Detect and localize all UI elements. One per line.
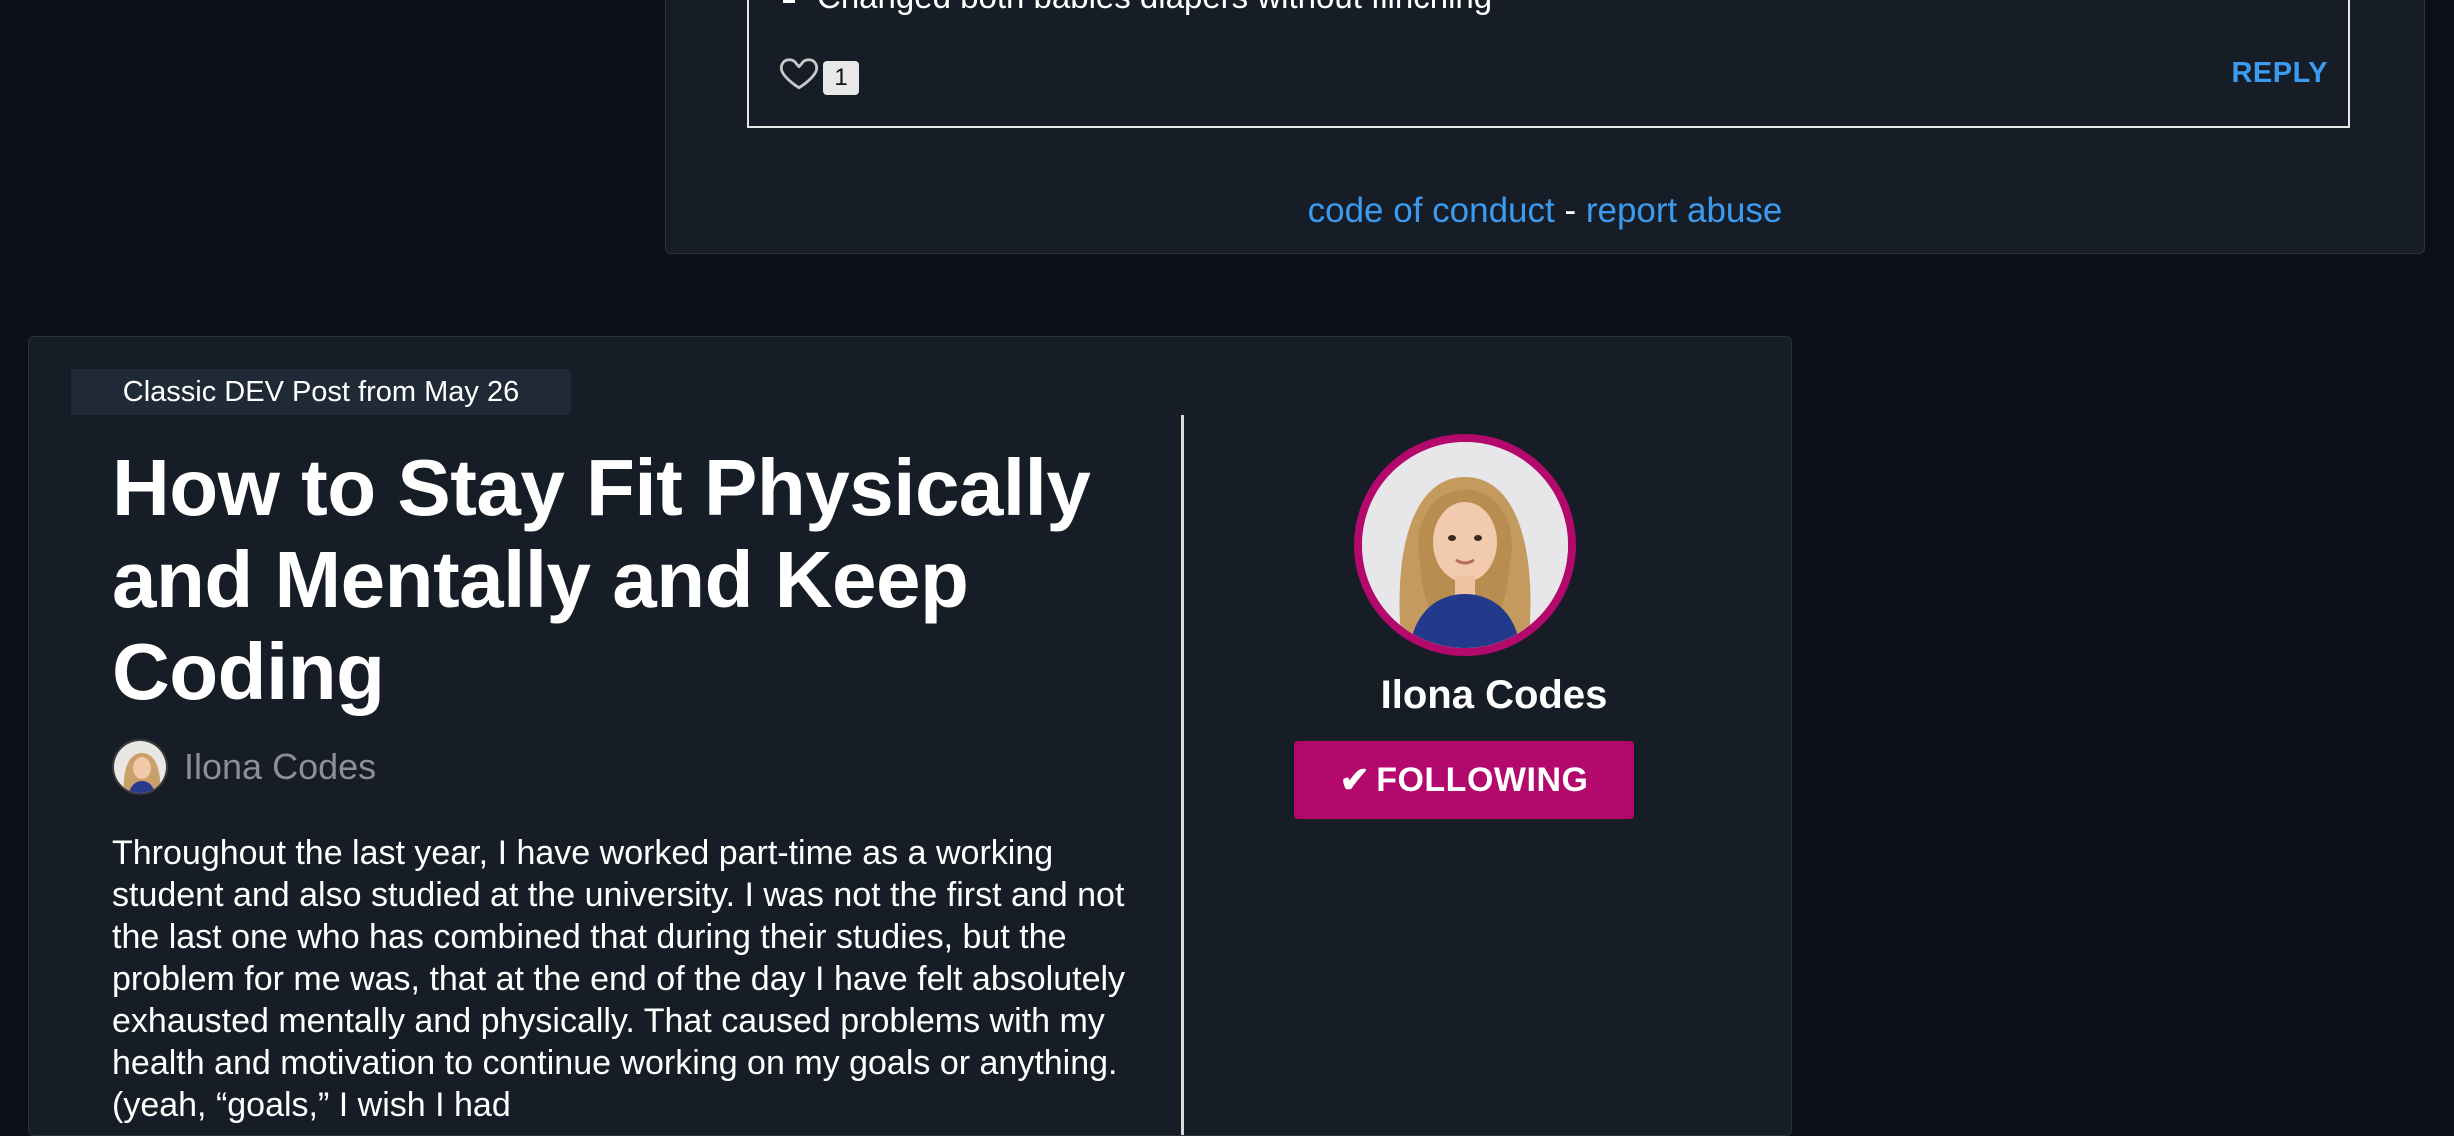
- report-abuse-link[interactable]: report abuse: [1586, 191, 1783, 230]
- following-button[interactable]: ✔ FOLLOWING: [1294, 741, 1634, 819]
- post-author-row[interactable]: Ilona Codes: [112, 739, 376, 795]
- classic-post-card: Classic DEV Post from May 26 How to Stay…: [28, 336, 1792, 1136]
- profile-avatar[interactable]: [1354, 434, 1576, 656]
- profile-name[interactable]: Ilona Codes: [1209, 673, 1779, 718]
- post-excerpt: Throughout the last year, I have worked …: [112, 834, 1126, 1124]
- author-avatar-image: [114, 741, 166, 793]
- bullet-icon: [783, 0, 795, 3]
- profile-avatar-image: [1362, 442, 1568, 648]
- like-group: 1: [777, 51, 859, 95]
- reply-button[interactable]: REPLY: [2231, 57, 2328, 90]
- classic-post-badge: Classic DEV Post from May 26: [71, 369, 571, 415]
- comment-card: Changed both babies diapers without flin…: [747, 0, 2350, 128]
- comments-panel: Changed both babies diapers without flin…: [665, 0, 2425, 254]
- footer-separator: -: [1554, 191, 1586, 230]
- author-avatar[interactable]: [112, 739, 168, 795]
- code-of-conduct-link[interactable]: code of conduct: [1308, 191, 1555, 230]
- comments-footer: code of conduct - report abuse: [666, 191, 2424, 231]
- following-label: FOLLOWING: [1376, 760, 1589, 799]
- vertical-divider: [1181, 415, 1184, 1135]
- like-count-badge: 1: [823, 61, 859, 95]
- comment-bullet-text: Changed both babies diapers without flin…: [817, 0, 1492, 16]
- post-title[interactable]: How to Stay Fit Physically and Mentally …: [112, 442, 1112, 718]
- post-author-name[interactable]: Ilona Codes: [184, 746, 376, 788]
- comment-list-item: Changed both babies diapers without flin…: [783, 0, 1492, 19]
- check-icon: ✔: [1339, 759, 1371, 800]
- heart-icon[interactable]: [777, 51, 821, 93]
